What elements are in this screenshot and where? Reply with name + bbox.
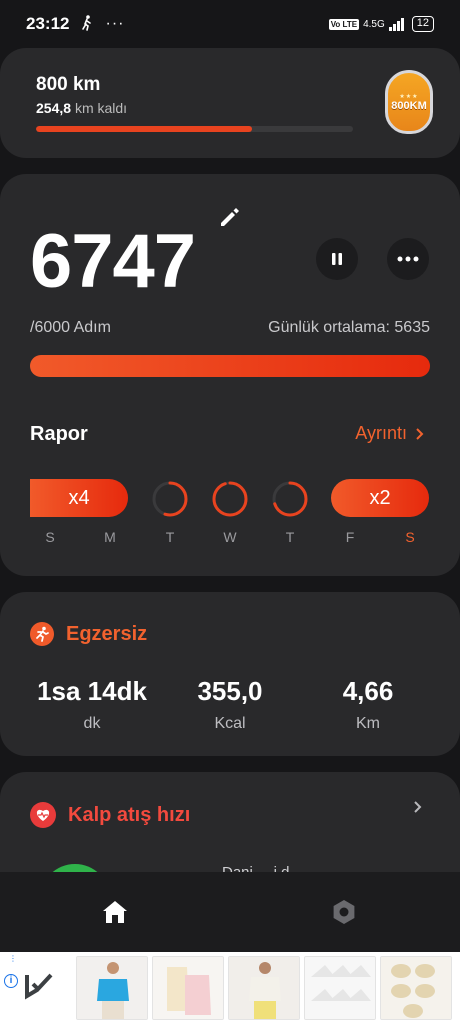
steps-card: 6747 /6000 Adım Günlük ortalama: 5635 Ra… <box>0 174 460 576</box>
more-icon <box>397 256 419 262</box>
walking-icon <box>81 14 93 34</box>
ad-product-thumbnail[interactable] <box>380 956 452 1020</box>
day-progress-ring[interactable] <box>211 480 249 518</box>
more-notifications-icon: ··· <box>105 15 125 32</box>
home-icon[interactable] <box>101 899 129 925</box>
exercise-calories: 355,0 Kcal <box>155 676 305 733</box>
weekday-label: S <box>405 529 415 545</box>
heart-rate-header: Kalp atış hızı <box>30 802 190 828</box>
ad-product-thumbnail[interactable] <box>152 956 224 1020</box>
status-time: 23:12 <box>26 14 70 33</box>
report-title: Rapor <box>30 423 88 445</box>
status-bar: 23:12 ··· Vo LTE 4.5G 12 <box>0 0 460 48</box>
pause-button[interactable] <box>316 238 358 280</box>
running-icon <box>30 622 54 646</box>
weekday-label: T <box>165 529 175 545</box>
details-label: Ayrıntı <box>355 423 407 443</box>
ad-banner[interactable]: ⋮ i <box>0 952 460 1024</box>
weekday-label: T <box>285 529 295 545</box>
stat-unit: Km <box>356 715 380 732</box>
goal-remaining-suffix: km kaldı <box>74 100 128 116</box>
battery-icon: 12 <box>411 16 434 32</box>
goal-remaining-value: 254,8 <box>36 100 72 116</box>
ad-product-thumbnail[interactable] <box>76 956 148 1020</box>
exercise-duration: 1sa 14dk dk <box>17 676 167 733</box>
weekday-label: F <box>345 529 355 545</box>
edit-icon[interactable] <box>216 204 242 230</box>
status-indicators: Vo LTE 4.5G 12 <box>328 16 434 32</box>
weekly-report[interactable]: x4 x2 <box>0 479 460 519</box>
stat-value: 355,0 <box>197 676 263 706</box>
ad-info-icon[interactable]: i <box>4 974 18 988</box>
goal-progress-bar <box>36 126 353 132</box>
stat-value: 1sa 14dk <box>37 676 147 706</box>
day-progress-ring[interactable] <box>271 480 309 518</box>
day-progress-ring[interactable] <box>151 480 189 518</box>
badge-stars: ★★★ <box>399 93 419 100</box>
daily-average: Günlük ortalama: 5635 <box>268 319 430 336</box>
goal-card[interactable]: 800 km 254,8 km kaldı ★★★ 800KM <box>0 48 460 158</box>
goal-title: 800 km <box>36 74 101 95</box>
exercise-distance: 4,66 Km <box>293 676 443 733</box>
weekday-label: W <box>223 529 237 545</box>
stat-unit: Kcal <box>214 715 246 732</box>
weekday-label: M <box>104 529 116 545</box>
stat-value: 4,66 <box>342 676 394 706</box>
weekday-label: S <box>45 529 55 545</box>
chevron-right-icon <box>416 427 424 440</box>
exercise-title: Egzersiz <box>66 622 148 645</box>
goal-remaining: 254,8 km kaldı <box>36 100 127 116</box>
network-type: 4.5G <box>363 18 385 30</box>
badge-text: 800KM <box>391 99 427 112</box>
exercise-card[interactable]: Egzersiz 1sa 14dk dk 355,0 Kcal 4,66 Km <box>0 592 460 756</box>
week-streak-pill[interactable]: x4 <box>30 479 128 517</box>
ad-logo-icon <box>25 973 53 1000</box>
ad-product-thumbnail[interactable] <box>228 956 300 1020</box>
pause-icon <box>332 253 342 265</box>
goal-badge-icon[interactable]: ★★★ 800KM <box>385 70 433 134</box>
heart-rate-title: Kalp atış hızı <box>68 803 191 826</box>
settings-icon[interactable] <box>330 898 358 926</box>
stat-unit: dk <box>83 715 101 732</box>
volte-icon: Vo LTE <box>328 18 360 30</box>
more-options-button[interactable] <box>387 238 429 280</box>
ad-product-thumbnail[interactable] <box>304 956 376 1020</box>
step-goal: /6000 Adım <box>30 319 111 336</box>
bottom-navigation <box>0 872 460 952</box>
ad-menu-icon[interactable]: ⋮ <box>9 955 17 963</box>
heart-icon <box>30 802 56 828</box>
chevron-right-icon[interactable] <box>413 800 422 814</box>
signal-icon <box>388 17 404 31</box>
goal-progress-fill <box>36 126 252 132</box>
steps-progress-bar <box>30 355 430 377</box>
weekday-labels: SMTWTFS <box>0 529 460 547</box>
week-streak-pill[interactable]: x2 <box>331 479 429 517</box>
exercise-header: Egzersiz <box>30 622 147 646</box>
details-link[interactable]: Ayrıntı <box>355 423 424 444</box>
step-count: 6747 <box>30 219 196 304</box>
